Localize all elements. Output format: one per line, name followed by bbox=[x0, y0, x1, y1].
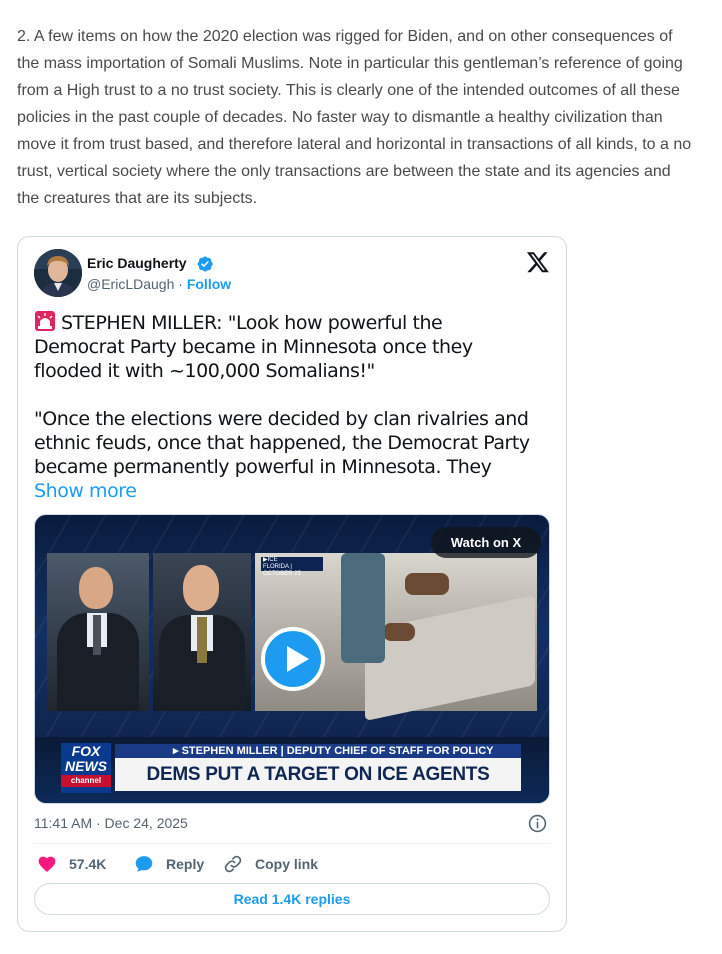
tweet-actions: 57.4K Reply Copy link bbox=[34, 854, 550, 874]
tweet-paragraph-1: STEPHEN MILLER: "Look how powerful the D… bbox=[34, 310, 534, 383]
x-logo-icon[interactable] bbox=[525, 250, 551, 274]
copy-link-button[interactable]: Copy link bbox=[223, 854, 333, 874]
info-icon[interactable] bbox=[528, 814, 547, 833]
reply-button[interactable]: Reply bbox=[134, 854, 214, 874]
show-more-link[interactable]: Show more bbox=[34, 480, 137, 502]
host-head bbox=[79, 567, 113, 609]
tweet-paragraph-2-text: "Once the elections were decided by clan… bbox=[34, 408, 530, 478]
tweet-timestamp[interactable]: 11:41 AM · Dec 24, 2025 bbox=[34, 815, 188, 831]
watch-on-x-button[interactable]: Watch on X bbox=[431, 527, 541, 558]
link-icon bbox=[224, 855, 242, 873]
post-paragraph: 2. A few items on how the 2020 election … bbox=[17, 28, 692, 207]
chyron-headline: DEMS PUT A TARGET ON ICE AGENTS bbox=[115, 758, 521, 791]
play-icon[interactable] bbox=[261, 627, 325, 691]
verified-badge-icon bbox=[197, 256, 213, 272]
fox-logo-line1: FOX bbox=[71, 743, 101, 759]
embedded-tweet-card[interactable]: Eric Daugherty @EricLDaugh · Follow STEP… bbox=[17, 236, 567, 932]
like-button[interactable]: 57.4K bbox=[37, 854, 117, 874]
author-name[interactable]: Eric Daugherty bbox=[87, 255, 187, 271]
tweet-paragraph-1-text: STEPHEN MILLER: "Look how powerful the D… bbox=[34, 312, 473, 382]
boot-shape bbox=[383, 623, 415, 641]
ice-tag-title: ▶ICE bbox=[263, 557, 278, 563]
fox-logo-line2: NEWS bbox=[65, 758, 107, 774]
author-handle-row: @EricLDaugh · Follow bbox=[87, 276, 231, 292]
host-tie bbox=[93, 615, 101, 655]
tweet-text: STEPHEN MILLER: "Look how powerful the D… bbox=[34, 310, 534, 527]
video-player[interactable]: ▶ICE FLORIDA | OCTOBER 25 Watch on X FOX … bbox=[34, 514, 550, 804]
author-avatar[interactable] bbox=[34, 249, 82, 297]
ice-tag-subtitle: FLORIDA | OCTOBER 25 bbox=[263, 564, 301, 577]
chyron-subtitle: ▸ STEPHEN MILLER | DEPUTY CHIEF OF STAFF… bbox=[115, 744, 521, 758]
fox-logo-line3: channel bbox=[61, 775, 111, 787]
heart-icon bbox=[38, 856, 56, 872]
reply-bubble-icon bbox=[135, 856, 153, 872]
copy-link-label: Copy link bbox=[255, 856, 319, 872]
divider bbox=[34, 843, 550, 844]
author-handle[interactable]: @EricLDaugh bbox=[87, 276, 174, 292]
fox-news-logo: FOX NEWS channel bbox=[61, 743, 111, 793]
tweet-paragraph-2: "Once the elections were decided by clan… bbox=[34, 407, 534, 503]
reply-label: Reply bbox=[166, 856, 205, 872]
like-count: 57.4K bbox=[69, 856, 107, 872]
ice-location-tag: ▶ICE FLORIDA | OCTOBER 25 bbox=[261, 557, 323, 577]
boot-shape bbox=[405, 573, 449, 595]
follow-link[interactable]: Follow bbox=[187, 276, 231, 292]
read-replies-button[interactable]: Read 1.4K replies bbox=[34, 883, 550, 915]
guest-tie bbox=[197, 617, 207, 663]
video-panel-guest bbox=[153, 553, 251, 711]
person-figure bbox=[341, 553, 385, 663]
aircraft-stairs bbox=[365, 594, 535, 722]
handle-separator: · bbox=[174, 276, 187, 292]
siren-icon bbox=[35, 311, 55, 331]
video-panel-host bbox=[47, 553, 149, 711]
guest-head bbox=[183, 565, 219, 611]
